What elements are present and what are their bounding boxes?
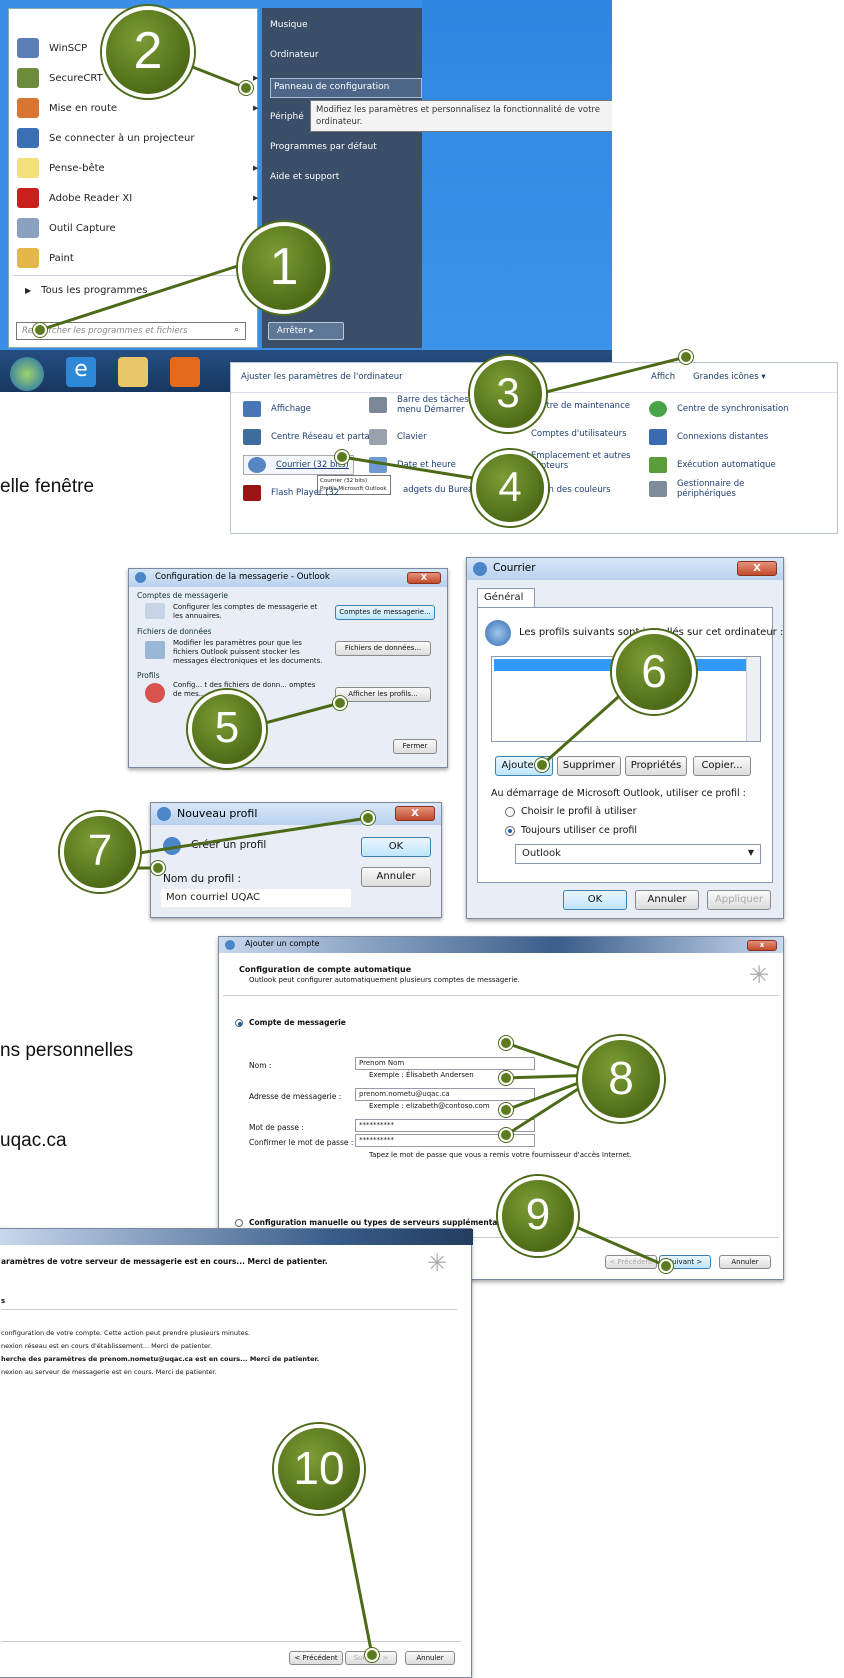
callout-4: 4: [472, 450, 548, 526]
pointer-dot: [499, 1071, 513, 1085]
callout-6: 6: [612, 630, 696, 714]
callout-10: 10: [274, 1424, 364, 1514]
pointer-dot: [361, 811, 375, 825]
callout-7: 7: [60, 812, 140, 892]
pointer-dot: [679, 350, 693, 364]
pointer-dot: [151, 861, 165, 875]
pointer-dot: [499, 1128, 513, 1142]
callout-1: 1: [238, 222, 330, 314]
callout-5: 5: [188, 690, 266, 768]
callout-3: 3: [470, 356, 546, 432]
pointer-dot: [499, 1036, 513, 1050]
callout-2: 2: [102, 6, 194, 98]
callout-8: 8: [578, 1036, 664, 1122]
pointer-dot: [365, 1648, 379, 1662]
pointer-dot: [33, 323, 47, 337]
pointer-dot: [335, 450, 349, 464]
pointer-dot: [535, 758, 549, 772]
pointer-dot: [239, 81, 253, 95]
callout-9: 9: [498, 1176, 578, 1256]
pointer-dot: [499, 1103, 513, 1117]
pointer-dot: [659, 1259, 673, 1273]
pointer-dot: [333, 696, 347, 710]
